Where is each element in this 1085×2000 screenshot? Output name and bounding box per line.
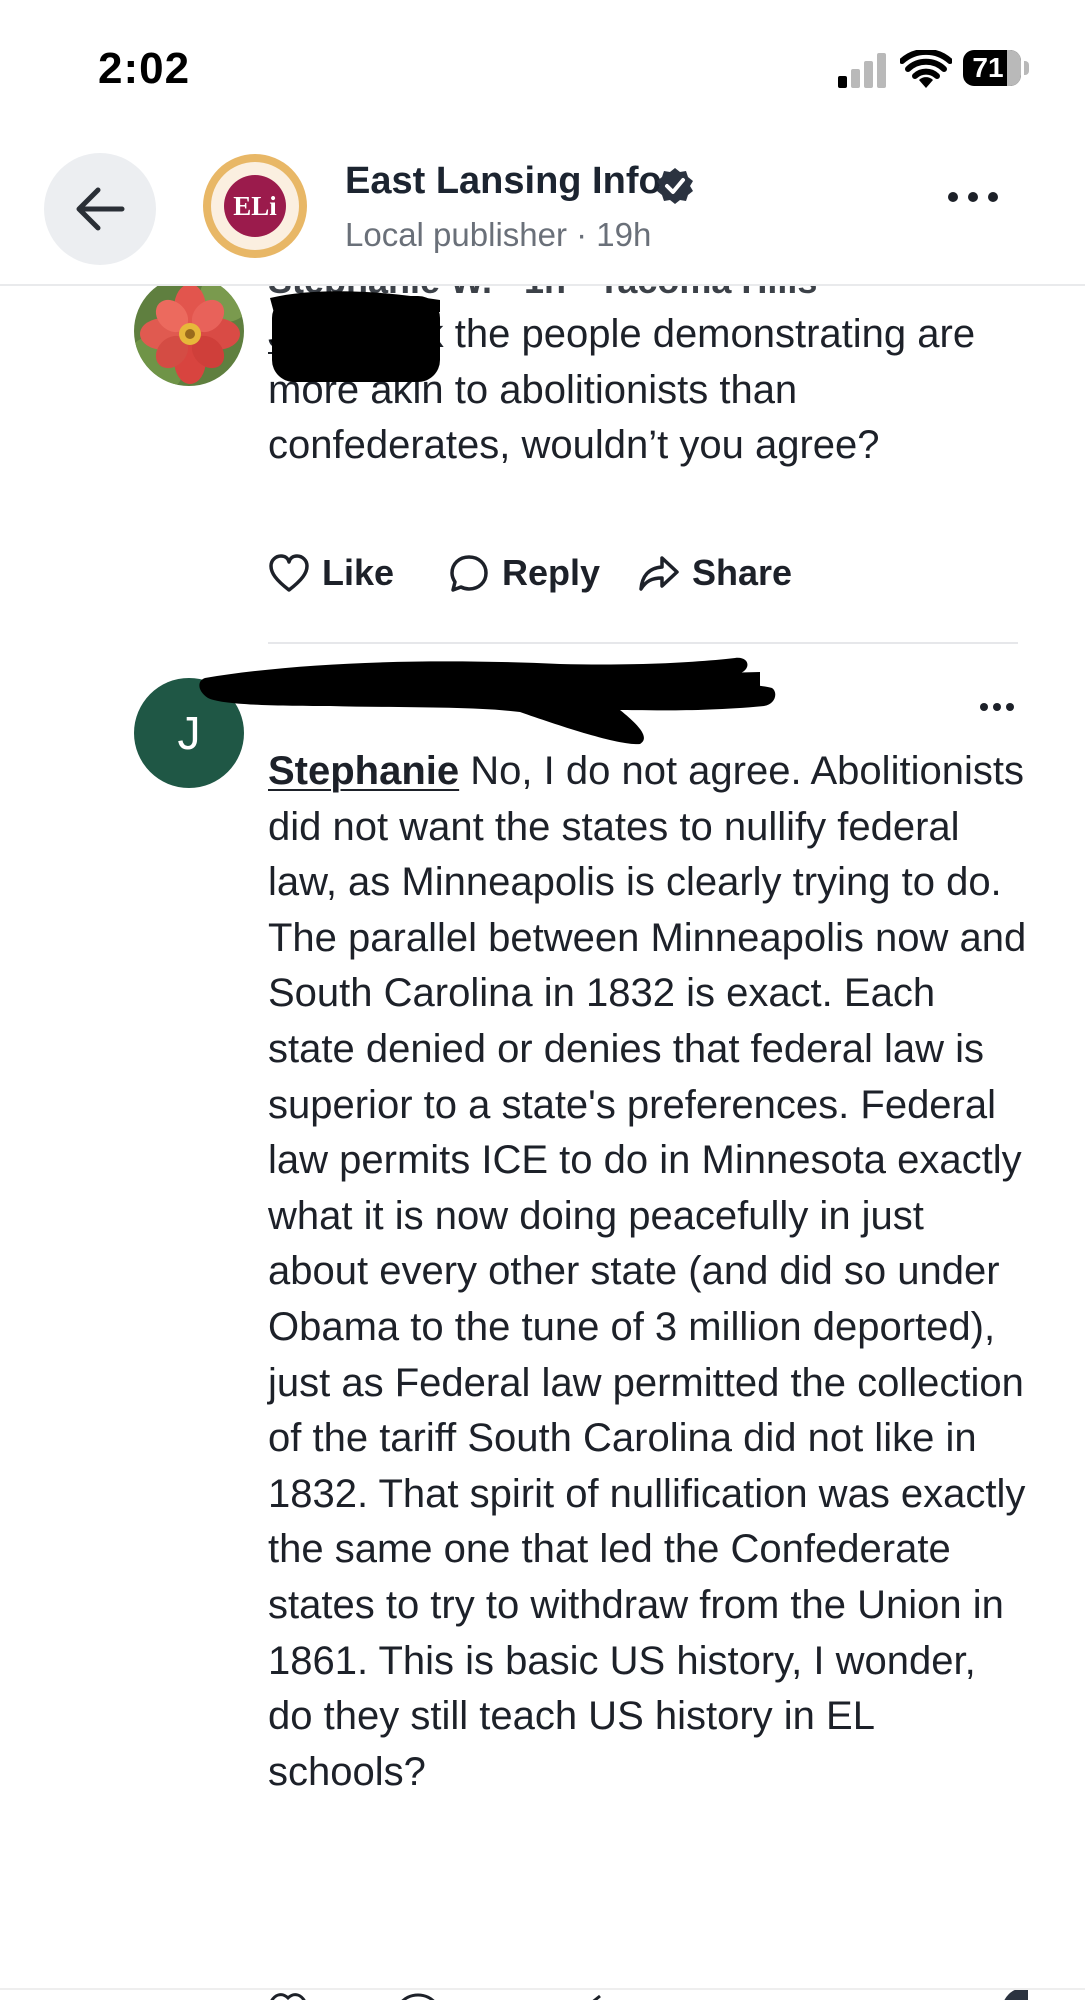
post-header: ELi East Lansing Info Local publisher · … [0,130,1085,286]
reply-label: Reply [502,552,601,593]
comment-more-button[interactable] [980,703,1014,713]
more-options-button[interactable] [948,192,998,206]
like-button[interactable]: Like [268,548,395,598]
avatar[interactable]: J [134,678,244,788]
battery-level: 71 [972,52,1004,83]
comment-2-text: No, I do not agree. Abolitionists did no… [268,749,1027,1794]
publisher-name[interactable]: East Lansing Info [345,160,662,203]
status-bar: 2:02 71 [0,0,1085,130]
share-button[interactable]: Share [638,548,798,598]
heart-icon [269,554,309,592]
bottom-divider [0,1988,1085,1990]
battery-icon: 71 [963,50,1031,86]
publisher-logo-text: ELi [224,175,286,237]
comment-1-actions: Like Reply Share [268,548,868,598]
like-label: Like [322,552,395,593]
share-icon [639,556,679,591]
comment-icon [450,555,488,592]
reply-button[interactable]: Reply [448,548,608,598]
back-arrow-icon [76,187,125,231]
signal-icon [838,52,890,88]
comment-1-mention[interactable]: J n [268,312,326,356]
status-time: 2:02 [98,44,191,93]
share-label: Share [692,552,793,593]
comment-1-text: I think the people demonstrating are mor… [268,312,976,468]
comment-2-mention[interactable]: Stephanie [268,749,459,793]
comment-2-body: Stephanie No, I do not agree. Abolitioni… [268,744,1028,1800]
publisher-logo[interactable]: ELi [203,154,307,258]
comment-2-author[interactable]: Jonathan on · Bailey [268,674,569,712]
comment-1-author-cutoff: Stephanie W. · 1h · Tacoma Hills [268,286,817,302]
wifi-icon [900,50,952,88]
comment-divider [268,642,1018,644]
flower-avatar-image [134,286,244,386]
publisher-subtitle: Local publisher · 19h [345,216,652,253]
avatar[interactable] [134,286,244,386]
back-button[interactable] [44,153,156,265]
comment-1-body: J n I think the people demonstrating are… [268,307,1028,474]
comments-feed: Stephanie W. · 1h · Tacoma Hills J [0,286,1085,2000]
verified-icon [657,168,693,204]
